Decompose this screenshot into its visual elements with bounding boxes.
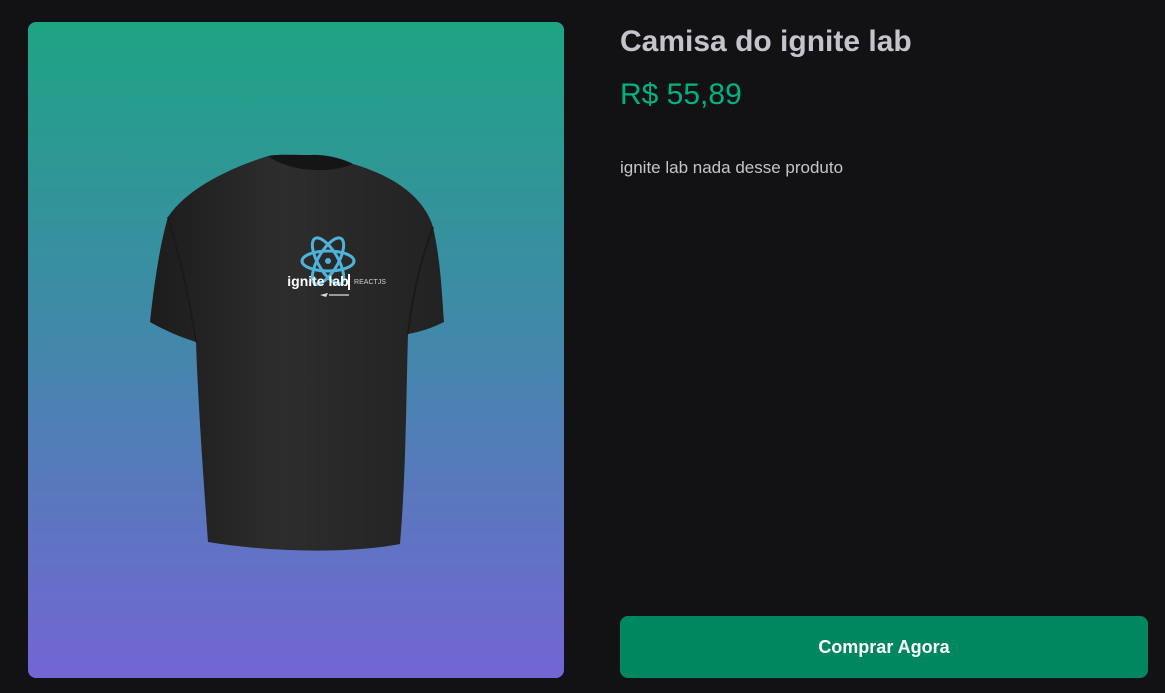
product-price: R$ 55,89 (620, 78, 742, 111)
product-description: ignite lab nada desse produto (620, 158, 844, 177)
shirt-print-tag: REACTJS (354, 279, 386, 286)
product-page: ignite lab REACTJS Camisa do ignite lab … (0, 0, 1165, 693)
product-title: Camisa do ignite lab (620, 25, 912, 58)
tshirt-image: ignite lab REACTJS (150, 154, 444, 551)
product-image-container: ignite lab REACTJS (28, 22, 564, 678)
product-details: Camisa do ignite lab R$ 55,89 ignite lab… (620, 22, 1148, 678)
shirt-print-brand: ignite lab (287, 273, 348, 289)
buy-now-button[interactable]: Comprar Agora (620, 616, 1148, 678)
